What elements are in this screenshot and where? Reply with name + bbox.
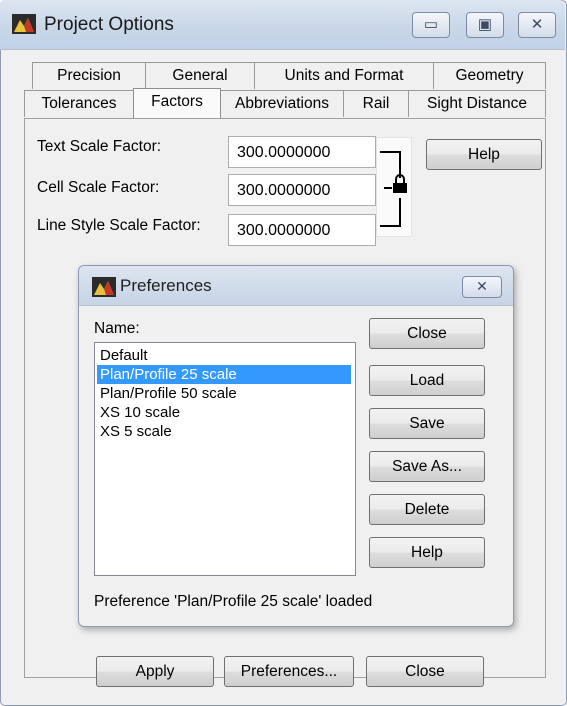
preferences-title: Preferences xyxy=(120,276,212,295)
preferences-button[interactable]: Preferences... xyxy=(224,656,354,687)
tab-tolerances[interactable]: Tolerances xyxy=(24,90,134,117)
list-item[interactable]: Plan/Profile 50 scale xyxy=(97,384,351,403)
list-item[interactable]: Default xyxy=(97,346,351,365)
list-item[interactable]: XS 10 scale xyxy=(97,403,351,422)
tab-general[interactable]: General xyxy=(145,62,255,89)
status-message: Preference 'Plan/Profile 25 scale' loade… xyxy=(94,593,373,610)
preferences-close-btn[interactable]: Close xyxy=(369,318,485,349)
app-icon xyxy=(12,14,36,34)
close-window-button[interactable]: ✕ xyxy=(518,12,556,38)
tab-rail[interactable]: Rail xyxy=(343,90,409,117)
tab-precision[interactable]: Precision xyxy=(32,62,146,89)
help-button[interactable]: Help xyxy=(426,139,542,170)
apply-button[interactable]: Apply xyxy=(96,656,214,687)
list-item[interactable]: XS 5 scale xyxy=(97,422,351,441)
maximize-icon: ▣ xyxy=(477,16,493,33)
save-as-button[interactable]: Save As... xyxy=(369,451,485,482)
window-title: Project Options xyxy=(44,14,174,35)
preferences-list[interactable]: Default Plan/Profile 25 scale Plan/Profi… xyxy=(94,342,356,576)
cell-scale-factor-label: Cell Scale Factor: xyxy=(37,179,160,196)
tab-geometry[interactable]: Geometry xyxy=(433,62,546,89)
preferences-help-button[interactable]: Help xyxy=(369,537,485,568)
name-label: Name: xyxy=(94,320,140,337)
app-icon xyxy=(92,277,116,297)
maximize-button[interactable]: ▣ xyxy=(466,12,504,38)
close-button[interactable]: Close xyxy=(366,656,484,687)
text-scale-factor-label: Text Scale Factor: xyxy=(37,138,162,155)
tab-sight-distance[interactable]: Sight Distance xyxy=(408,90,546,117)
preferences-close-button[interactable]: ✕ xyxy=(462,276,502,298)
save-button[interactable]: Save xyxy=(369,408,485,439)
cell-scale-factor-field[interactable]: 300.0000000 xyxy=(228,174,376,206)
load-button[interactable]: Load xyxy=(369,365,485,396)
list-item-selected[interactable]: Plan/Profile 25 scale xyxy=(97,365,351,384)
tab-units-and-format[interactable]: Units and Format xyxy=(254,62,434,89)
minimize-icon: ▭ xyxy=(423,16,439,33)
tab-factors[interactable]: Factors xyxy=(133,88,221,118)
delete-button[interactable]: Delete xyxy=(369,494,485,525)
lock-icon xyxy=(380,151,407,227)
close-icon: ✕ xyxy=(476,278,488,294)
close-icon: ✕ xyxy=(530,16,544,33)
minimize-button[interactable]: ▭ xyxy=(412,12,450,38)
line-style-scale-factor-label: Line Style Scale Factor: xyxy=(37,217,201,234)
line-style-scale-factor-field[interactable]: 300.0000000 xyxy=(228,214,376,246)
text-scale-factor-field[interactable]: 300.0000000 xyxy=(228,136,376,168)
tab-abbreviations[interactable]: Abbreviations xyxy=(220,90,344,117)
